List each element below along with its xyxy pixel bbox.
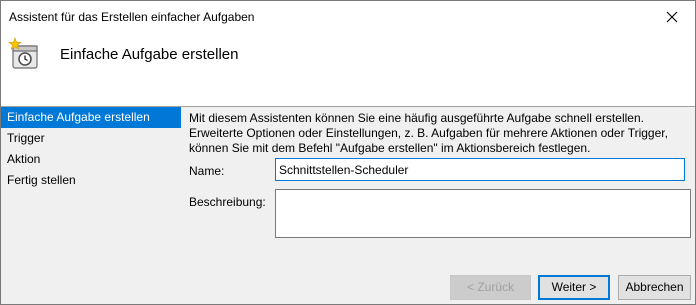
step-action[interactable]: Aktion: [1, 149, 181, 170]
task-scheduler-icon: [8, 37, 38, 69]
close-button[interactable]: [649, 1, 695, 32]
header-title: Einfache Aufgabe erstellen: [60, 46, 239, 63]
name-label: Name:: [189, 164, 225, 178]
next-button[interactable]: Weiter >: [538, 275, 610, 300]
intro-line: Erweiterte Optionen oder Einstellungen, …: [189, 126, 668, 140]
wizard-window: Assistent für das Erstellen einfacher Au…: [0, 0, 696, 305]
intro-text: Mit diesem Assistenten können Sie eine h…: [189, 111, 689, 156]
intro-line: Mit diesem Assistenten können Sie eine h…: [189, 111, 644, 125]
wizard-header: Einfache Aufgabe erstellen: [1, 32, 695, 107]
step-create-task[interactable]: Einfache Aufgabe erstellen: [1, 107, 181, 128]
step-finish[interactable]: Fertig stellen: [1, 170, 181, 191]
description-label: Beschreibung:: [189, 195, 266, 209]
name-input[interactable]: [275, 158, 685, 181]
wizard-steps: Einfache Aufgabe erstellen Trigger Aktio…: [1, 107, 181, 191]
window-title: Assistent für das Erstellen einfacher Au…: [9, 10, 255, 24]
description-input[interactable]: [275, 189, 691, 238]
cancel-button[interactable]: Abbrechen: [618, 275, 691, 300]
back-button[interactable]: < Zurück: [450, 275, 531, 300]
title-bar: Assistent für das Erstellen einfacher Au…: [1, 1, 695, 32]
step-trigger[interactable]: Trigger: [1, 128, 181, 149]
intro-line: können Sie mit dem Befehl "Aufgabe erste…: [189, 141, 591, 155]
close-icon: [666, 11, 678, 22]
